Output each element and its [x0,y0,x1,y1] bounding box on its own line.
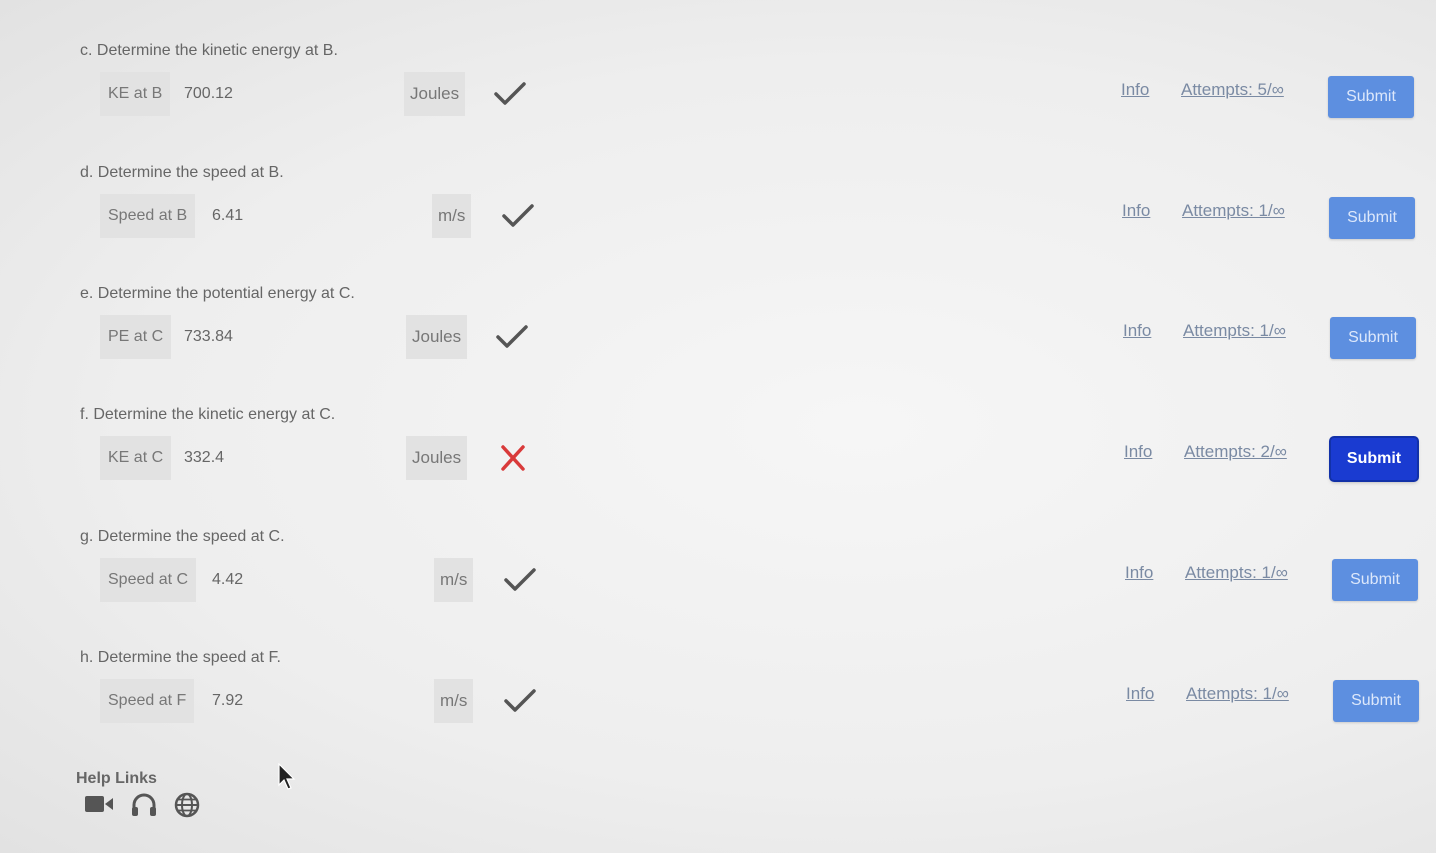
check-icon [504,568,536,591]
attempts-link[interactable]: Attempts: 1/∞ [1186,684,1289,704]
answer-label: PE at C [100,315,172,359]
question-prompt: c. Determine the kinetic energy at B. [80,42,338,59]
x-mark-icon [501,445,525,471]
unit-label: Joules [404,72,466,116]
answer-label: Speed at F [100,679,195,723]
answer-input[interactable] [184,436,384,480]
answer-input[interactable] [184,72,384,116]
question-prompt: f. Determine the kinetic energy at C. [80,406,336,423]
assignment-page: c. Determine the kinetic energy at B. KE… [0,0,1436,853]
submit-button[interactable]: Submit [1333,680,1419,722]
submit-button[interactable]: Submit [1328,76,1414,118]
answer-row: KE at B Joules [100,72,580,116]
unit-label: m/s [434,679,474,723]
info-link[interactable]: Info [1123,321,1151,341]
question-e: e. Determine the potential energy at C. … [80,285,1425,405]
answer-label: Speed at B [100,194,196,238]
answer-label: KE at C [100,436,172,480]
question-prompt: g. Determine the speed at C. [80,528,285,545]
check-icon [502,204,534,227]
info-link[interactable]: Info [1121,80,1149,100]
check-icon [504,689,536,712]
attempts-link[interactable]: Attempts: 5/∞ [1181,80,1284,100]
question-prompt: h. Determine the speed at F. [80,649,281,666]
headset-icon[interactable] [130,792,158,823]
info-link[interactable]: Info [1125,563,1153,583]
submit-button[interactable]: Submit [1332,559,1418,601]
unit-label: m/s [432,194,472,238]
help-links-title: Help Links [76,770,157,787]
question-prompt: d. Determine the speed at B. [80,164,284,181]
question-f: f. Determine the kinetic energy at C. KE… [80,406,1425,526]
unit-label: Joules [406,436,468,480]
check-icon [494,82,526,105]
attempts-link[interactable]: Attempts: 2/∞ [1184,442,1287,462]
answer-input[interactable] [212,194,412,238]
check-icon [496,325,528,348]
answer-input[interactable] [184,315,384,359]
answer-row: KE at C Joules [100,436,580,480]
info-link[interactable]: Info [1122,201,1150,221]
answer-row: Speed at C m/s [100,558,580,602]
answer-row: PE at C Joules [100,315,580,359]
info-link[interactable]: Info [1126,684,1154,704]
attempts-link[interactable]: Attempts: 1/∞ [1182,201,1285,221]
answer-label: Speed at C [100,558,197,602]
info-link[interactable]: Info [1124,442,1152,462]
submit-button[interactable]: Submit [1331,438,1417,480]
unit-label: m/s [434,558,474,602]
answer-input[interactable] [212,558,412,602]
unit-label: Joules [406,315,468,359]
submit-button[interactable]: Submit [1329,197,1415,239]
globe-icon[interactable] [174,792,200,823]
question-g: g. Determine the speed at C. Speed at C … [80,528,1425,648]
question-prompt: e. Determine the potential energy at C. [80,285,355,302]
video-icon[interactable] [84,792,114,821]
attempts-link[interactable]: Attempts: 1/∞ [1185,563,1288,583]
mouse-cursor-icon [278,763,296,790]
answer-row: Speed at B m/s [100,194,580,238]
attempts-link[interactable]: Attempts: 1/∞ [1183,321,1286,341]
answer-label: KE at B [100,72,171,116]
submit-button[interactable]: Submit [1330,317,1416,359]
help-links [84,792,214,818]
question-c: c. Determine the kinetic energy at B. KE… [80,42,1425,162]
answer-row: Speed at F m/s [100,679,580,723]
question-h: h. Determine the speed at F. Speed at F … [80,649,1425,769]
answer-input[interactable] [212,679,412,723]
question-d: d. Determine the speed at B. Speed at B … [80,164,1425,284]
